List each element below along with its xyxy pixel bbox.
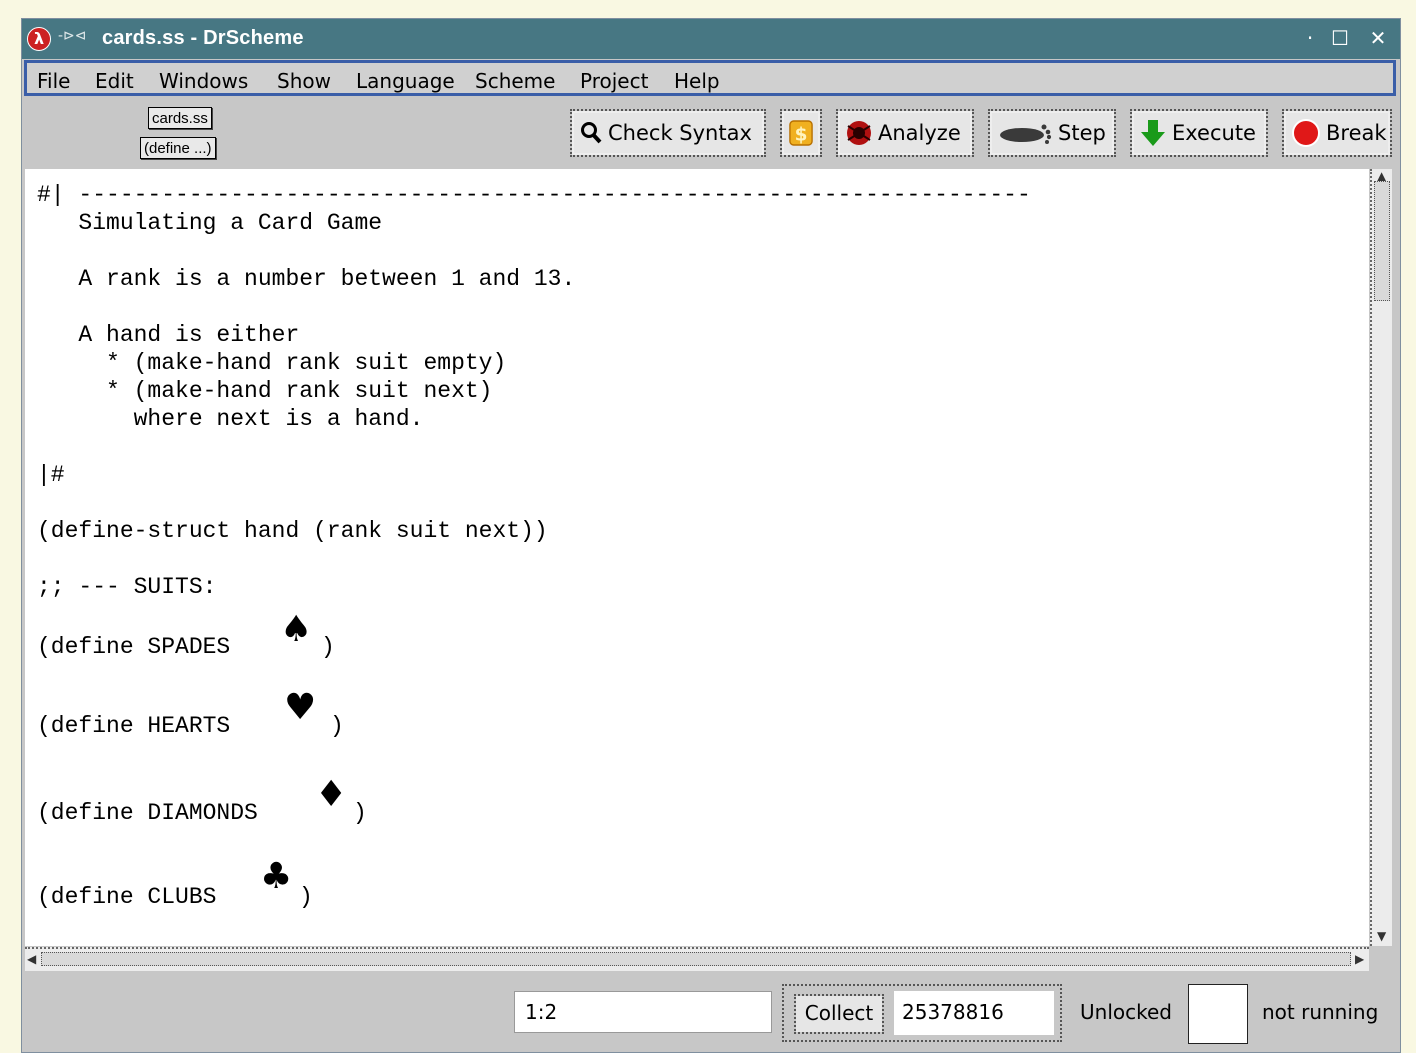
minimize-icon[interactable]: · — [1298, 27, 1322, 51]
menu-bar: File Edit Windows Show Language Scheme P… — [24, 60, 1396, 96]
menu-file[interactable]: File — [37, 69, 70, 93]
vertical-scrollbar[interactable]: ▲ ▼ — [1370, 169, 1392, 946]
window-title: cards.ss - DrScheme — [102, 27, 304, 49]
pin-icon[interactable]: -⊳⊲ — [58, 28, 87, 44]
file-name-button[interactable]: cards.ss — [148, 107, 212, 129]
memory-group: Collect 25378816 — [782, 984, 1062, 1042]
define-clubs-line: (define CLUBS — [37, 884, 231, 910]
toolbar: cards.ss (define ...) Check Syntax $ Ana… — [22, 99, 1400, 167]
down-arrow-icon — [1141, 120, 1165, 146]
menu-edit[interactable]: Edit — [95, 69, 134, 93]
code-comment-block: #| -------------------------------------… — [37, 182, 1031, 600]
collect-button[interactable]: Collect — [794, 994, 884, 1034]
spades-icon: ♠ — [280, 609, 313, 650]
scroll-down-icon[interactable]: ▼ — [1377, 929, 1386, 943]
analyze-button[interactable]: Analyze — [836, 109, 974, 157]
horizontal-scrollbar[interactable]: ◀ ▶ — [25, 947, 1369, 971]
menu-help[interactable]: Help — [674, 69, 720, 93]
run-status: not running — [1262, 1000, 1379, 1024]
scroll-right-icon[interactable]: ▶ — [1355, 952, 1364, 966]
analyze-label: Analyze — [878, 121, 961, 145]
maximize-icon[interactable]: ☐ — [1328, 27, 1352, 51]
define-spades-close: ) — [321, 634, 335, 660]
diamonds-icon: ♦ — [315, 774, 348, 815]
define-hearts-line: (define HEARTS — [37, 713, 245, 739]
spider-icon — [847, 121, 871, 145]
running-indicator — [1188, 984, 1248, 1044]
define-hearts-close: ) — [330, 713, 344, 739]
lambda-logo-icon[interactable]: λ — [27, 27, 51, 51]
step-label: Step — [1058, 121, 1106, 145]
hearts-icon: ♥ — [284, 687, 317, 728]
check-syntax-button[interactable]: Check Syntax — [570, 109, 766, 157]
scroll-left-icon[interactable]: ◀ — [27, 952, 36, 966]
stop-icon — [1292, 119, 1320, 147]
step-button[interactable]: Step — [988, 109, 1116, 157]
dollar-icon: $ — [789, 120, 813, 146]
money-button[interactable]: $ — [780, 109, 822, 157]
definitions-editor[interactable]: #| -------------------------------------… — [25, 169, 1369, 946]
define-clubs-close: ) — [299, 884, 313, 910]
define-spades-line: (define SPADES — [37, 634, 245, 660]
magnifier-icon — [581, 122, 602, 144]
drscheme-window: λ -⊳⊲ cards.ss - DrScheme · ☐ ✕ File Edi… — [21, 18, 1401, 1053]
menu-language[interactable]: Language — [356, 69, 455, 93]
define-popup-button[interactable]: (define ...) — [140, 137, 216, 159]
cursor-position-field: 1:2 — [514, 991, 772, 1033]
execute-button[interactable]: Execute — [1130, 109, 1268, 157]
status-bar: 1:2 Collect 25378816 Unlocked not runnin… — [22, 974, 1400, 1052]
memory-usage: 25378816 — [894, 991, 1054, 1035]
menu-scheme[interactable]: Scheme — [475, 69, 555, 93]
define-diamonds-close: ) — [353, 800, 367, 826]
menu-project[interactable]: Project — [580, 69, 648, 93]
lock-status[interactable]: Unlocked — [1080, 1000, 1172, 1024]
close-icon[interactable]: ✕ — [1366, 27, 1390, 51]
menu-windows[interactable]: Windows — [159, 69, 248, 93]
svg-text:$: $ — [795, 124, 808, 145]
check-syntax-label: Check Syntax — [608, 121, 752, 145]
menu-show[interactable]: Show — [277, 69, 331, 93]
horizontal-scroll-thumb[interactable] — [41, 952, 1351, 966]
clubs-icon: ♣ — [260, 856, 293, 897]
break-label: Break — [1326, 121, 1387, 145]
execute-label: Execute — [1172, 121, 1256, 145]
define-diamonds-line: (define DIAMONDS — [37, 800, 272, 826]
foot-icon — [1000, 124, 1052, 144]
title-bar[interactable]: λ -⊳⊲ cards.ss - DrScheme · ☐ ✕ — [22, 19, 1400, 59]
break-button[interactable]: Break — [1282, 109, 1392, 157]
vertical-scroll-thumb[interactable] — [1374, 181, 1390, 301]
